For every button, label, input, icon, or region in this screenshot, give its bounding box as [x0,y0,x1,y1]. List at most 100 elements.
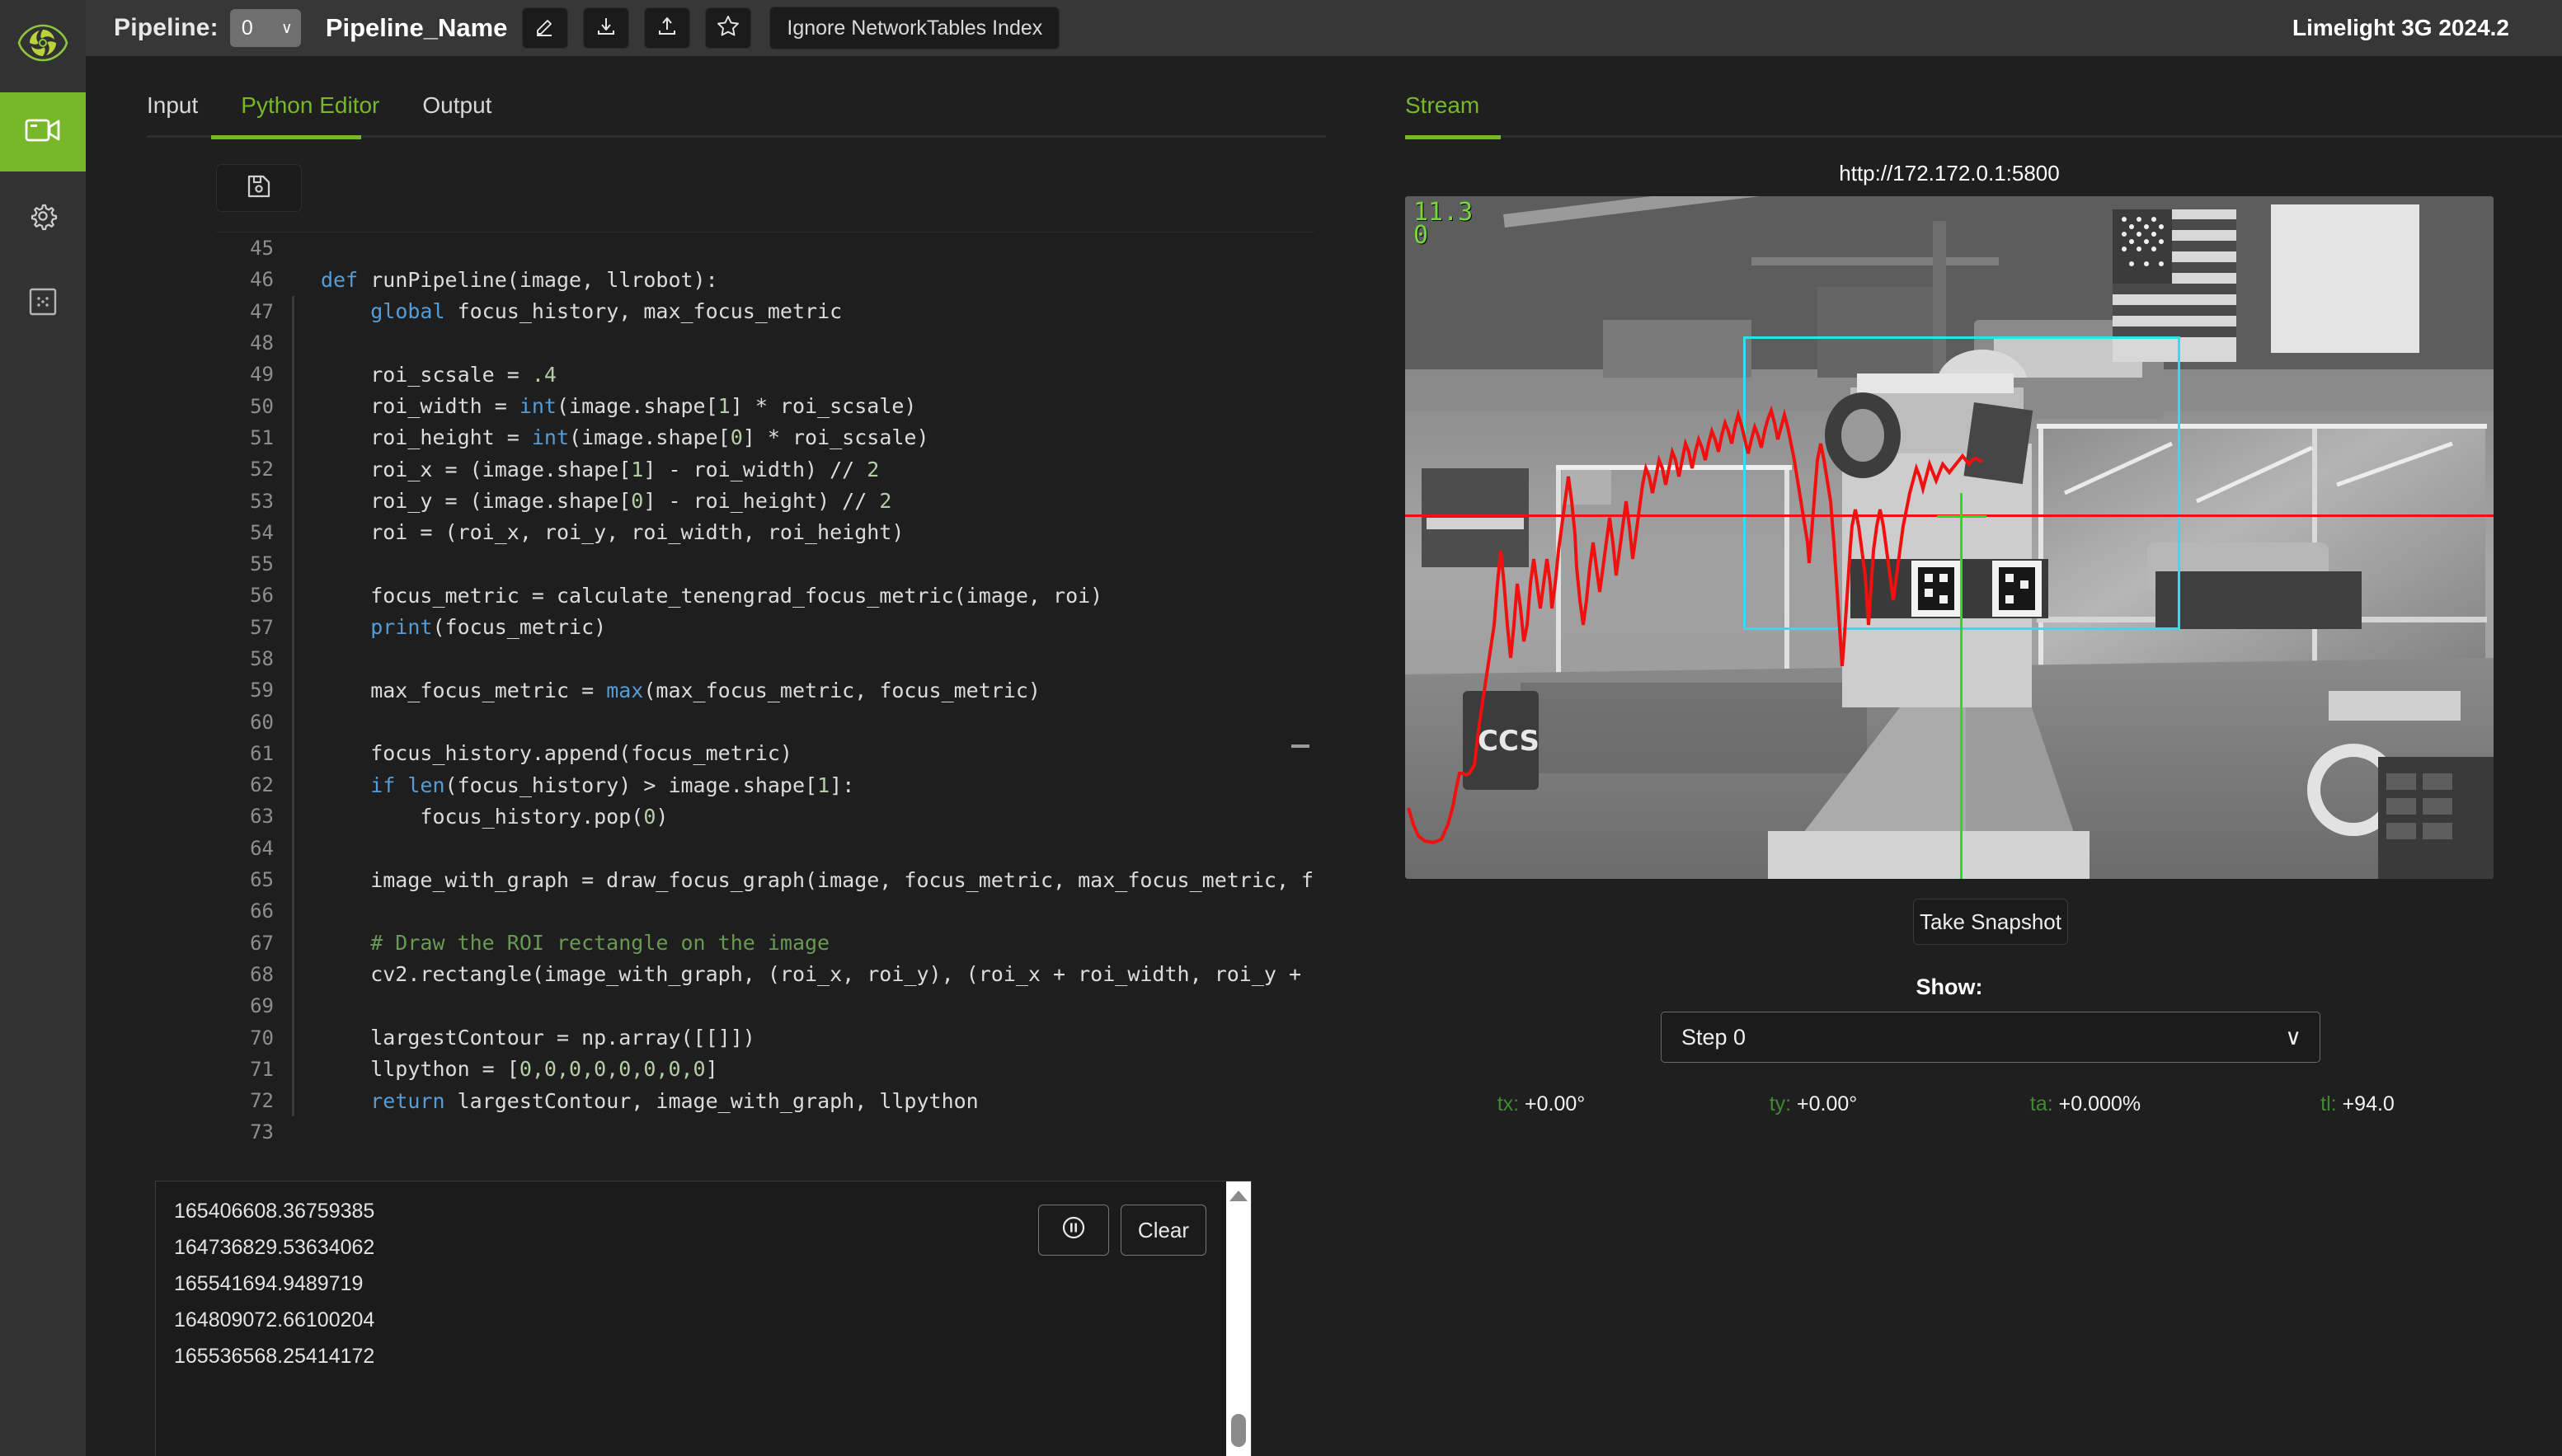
code-line: 66 [216,895,1314,928]
pipeline-select[interactable]: 0 ∨ [229,9,301,47]
code-text: # Draw the ROI rectangle on the image [321,931,830,956]
console-line: 164809072.66100204 [174,1308,375,1332]
tab-stream[interactable]: Stream [1405,92,1479,135]
sidebar-item-camera[interactable] [0,92,86,171]
telemetry-key: tx: [1497,1092,1525,1115]
edit-pipeline-button[interactable] [522,7,569,49]
line-number: 60 [250,710,274,734]
code-line: 72 return largestContour, image_with_gra… [216,1085,1314,1117]
line-number: 52 [250,458,274,481]
telemetry-ta: ta: +0.000% [1949,1092,2221,1116]
code-text: focus_metric = calculate_tenengrad_focus… [321,583,1103,608]
code-line: 55 [216,547,1314,580]
pause-console-button[interactable] [1038,1205,1109,1256]
code-line: 57 print(focus_metric) [216,611,1314,643]
line-number: 61 [250,741,274,765]
editor-horizontal-scroll-indicator[interactable] [1291,744,1309,748]
line-number: 47 [250,299,274,323]
sidebar [0,0,86,1456]
code-line: 48 [216,326,1314,359]
python-code-editor[interactable]: 45 46 def runPipeline(image, llrobot): 47 g… [216,232,1314,1163]
code-text: print(focus_metric) [370,615,607,640]
code-line: 47 global focus_history, max_focus_metri… [216,295,1314,327]
sidebar-item-settings[interactable] [0,178,86,257]
code-line: 51 roi_height = int(image.shape[0] * roi… [216,421,1314,454]
indent-guide [292,990,294,1022]
line-number: 50 [250,394,274,418]
chevron-down-icon: ∨ [280,19,293,37]
main-content: Input Python Editor Output 45 46 def runPipe… [86,56,2562,1456]
code-line: 50 roi_width = int(image.shape[1] * roi_… [216,390,1314,422]
focus-min-text: 0 [1413,221,1429,250]
code-line: 59 max_focus_metric = max(max_focus_metr… [216,674,1314,707]
line-number: 70 [250,1026,274,1050]
line-number: 58 [250,647,274,670]
console-output-panel[interactable]: 165406608.36759385 164736829.53634062 1655… [155,1181,1252,1456]
tab-label: Input [147,92,199,118]
code-line: 70 largestContour = np.array([[]]) [216,1022,1314,1054]
telemetry-tx: tx: +0.00° [1405,1092,1677,1116]
video-camera-icon [25,116,61,148]
indent-guide [292,706,294,738]
line-number: 49 [250,363,274,387]
gear-icon [27,200,59,236]
code-text: focus_history.append(focus_metric) [321,741,792,766]
tab-input[interactable]: Input [147,92,198,135]
console-buttons: Clear [1038,1205,1206,1256]
code-line: 67 # Draw the ROI rectangle on the image [216,927,1314,959]
code-line: 60 [216,706,1314,738]
code-line: 61 focus_history.append(focus_metric) [216,737,1314,770]
editor-tab-underline [147,135,1326,139]
line-number: 55 [250,552,274,576]
code-line: 52 roi_x = (image.shape[1] - roi_width) … [216,453,1314,486]
code-text: cv2.rectangle(image_with_graph, (roi_x, … [321,962,1314,987]
telemetry-key: ty: [1769,1092,1798,1115]
code-line: 62 if len(focus_history) > image.shape[1… [216,769,1314,801]
take-snapshot-button[interactable]: Take Snapshot [1913,899,2068,945]
stream-panel: Stream http://172.172.0.1:5800 CCS 11.3 … [1405,56,2562,1116]
camera-stream-view[interactable]: CCS 11.3 0 [1405,196,2494,879]
telemetry-ty: ty: +0.00° [1677,1092,1949,1116]
stream-tabs: Stream [1405,56,2562,135]
scroll-up-arrow-icon[interactable] [1229,1191,1248,1201]
favorite-pipeline-button[interactable] [705,7,752,49]
upload-pipeline-button[interactable] [644,7,691,49]
download-pipeline-button[interactable] [583,7,630,49]
save-script-button[interactable] [216,164,302,212]
code-line: 73 [216,1116,1314,1148]
telemetry-row: tx: +0.00° ty: +0.00° ta: +0.000% tl: +94.0 [1405,1092,2494,1116]
tab-output[interactable]: Output [422,92,491,135]
console-scrollbar-thumb[interactable] [1231,1414,1246,1447]
line-number: 48 [250,331,274,355]
clear-console-button[interactable]: Clear [1121,1205,1206,1256]
indent-guide [292,1116,294,1148]
code-text: max_focus_metric = max(max_focus_metric,… [321,678,1041,702]
code-line: 71 llpython = [0,0,0,0,0,0,0,0] [216,1053,1314,1086]
code-text: return largestContour, image_with_graph,… [370,1088,979,1113]
stream-tab-underline [1405,135,2562,139]
line-number: 72 [250,1089,274,1113]
ignore-networktables-index-button[interactable]: Ignore NetworkTables Index [769,7,1060,49]
sidebar-item-apps[interactable] [0,264,86,343]
code-line: 56 focus_metric = calculate_tenengrad_fo… [216,580,1314,612]
editor-tabs: Input Python Editor Output [147,56,1384,135]
pencil-icon [534,16,556,41]
tab-python-editor[interactable]: Python Editor [241,92,379,135]
clear-console-label: Clear [1137,1217,1190,1242]
line-number: 57 [250,615,274,639]
show-step-select[interactable]: Step 0 ∨ [1661,1012,2320,1063]
indent-guide [292,895,294,928]
code-text: focus_history.pop(0) [321,804,669,829]
code-text: roi_y = (image.shape[0] - roi_height) //… [321,489,892,514]
code-line: 68 cv2.rectangle(image_with_graph, (roi_… [216,958,1314,991]
telemetry-value: +0.000% [2058,1092,2141,1115]
top-toolbar: Pipeline: 0 ∨ Pipeline_Name Ignore Netwo… [86,0,2562,56]
limelight-app: Pipeline: 0 ∨ Pipeline_Name Ignore Netwo… [0,0,2562,1456]
code-line: 63 focus_history.pop(0) [216,801,1314,833]
code-line: 64 [216,832,1314,864]
download-icon [595,16,617,41]
upload-icon [656,16,678,41]
console-scrollbar[interactable] [1226,1181,1251,1456]
line-number: 56 [250,584,274,608]
code-text: roi_x = (image.shape[1] - roi_width) // … [321,457,880,481]
